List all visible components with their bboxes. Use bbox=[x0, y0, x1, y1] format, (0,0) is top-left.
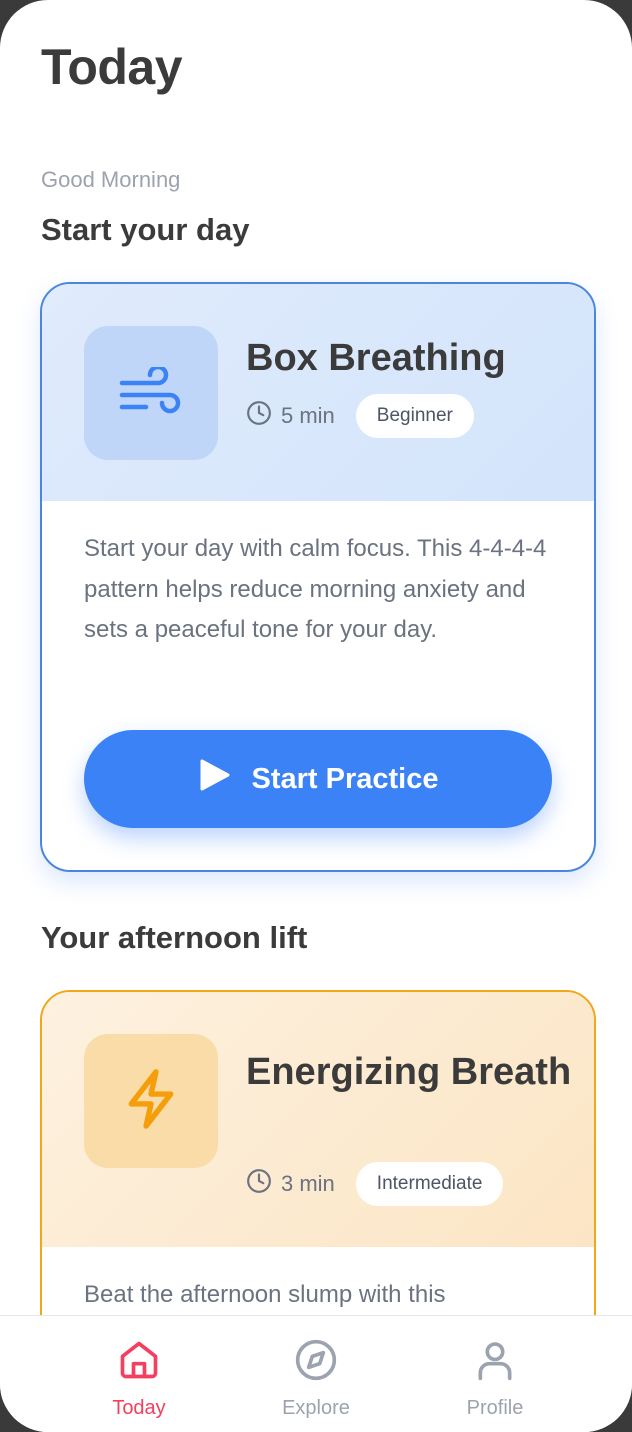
lightning-icon bbox=[121, 1067, 181, 1136]
app-screen: Today Good Morning Start your day Box Br… bbox=[0, 0, 632, 1432]
icon-tile bbox=[84, 1034, 218, 1168]
start-practice-button[interactable]: Start Practice bbox=[84, 730, 552, 828]
play-icon bbox=[198, 758, 252, 800]
duration: 5 min bbox=[246, 400, 335, 432]
greeting-text: Good Morning bbox=[41, 167, 181, 192]
practice-title: Box Breathing bbox=[246, 337, 506, 379]
home-icon bbox=[117, 1338, 161, 1397]
card-header: Energizing Breath 3 min Intermediate bbox=[42, 992, 594, 1247]
practice-meta: 3 min Intermediate bbox=[246, 1162, 504, 1206]
practice-meta: 5 min Beginner bbox=[246, 394, 474, 438]
practice-description: Beat the afternoon slump with this bbox=[84, 1281, 446, 1308]
duration-text: 5 min bbox=[281, 403, 335, 428]
section-title-afternoon: Your afternoon lift bbox=[41, 920, 308, 955]
wind-icon bbox=[118, 364, 184, 420]
page-title: Today bbox=[41, 39, 183, 95]
level-badge: Intermediate bbox=[355, 1162, 504, 1206]
duration-text: 3 min bbox=[281, 1171, 335, 1196]
tab-label: Profile bbox=[466, 1397, 524, 1419]
duration: 3 min bbox=[246, 1168, 335, 1200]
section-title-morning: Start your day bbox=[41, 212, 250, 247]
tab-explore[interactable]: Explore bbox=[246, 1338, 386, 1420]
practice-card-box-breathing[interactable]: Box Breathing 5 min Beginner Start your … bbox=[40, 282, 596, 872]
bottom-tab-bar: Today Explore Profile bbox=[0, 1315, 632, 1432]
practice-description: Start your day with calm focus. This 4-4… bbox=[84, 535, 547, 643]
clock-icon bbox=[246, 400, 281, 432]
card-header: Box Breathing 5 min Beginner bbox=[42, 284, 594, 501]
clock-icon bbox=[246, 1168, 281, 1200]
level-badge: Beginner bbox=[355, 394, 474, 438]
user-icon bbox=[473, 1338, 517, 1397]
compass-icon bbox=[294, 1338, 338, 1397]
start-practice-label: Start Practice bbox=[251, 762, 439, 795]
icon-tile bbox=[84, 326, 218, 460]
tab-label: Today bbox=[112, 1397, 166, 1419]
tab-today[interactable]: Today bbox=[69, 1338, 209, 1420]
tab-profile[interactable]: Profile bbox=[425, 1338, 565, 1420]
practice-title: Energizing Breath bbox=[246, 1051, 572, 1093]
tab-label: Explore bbox=[282, 1397, 350, 1419]
